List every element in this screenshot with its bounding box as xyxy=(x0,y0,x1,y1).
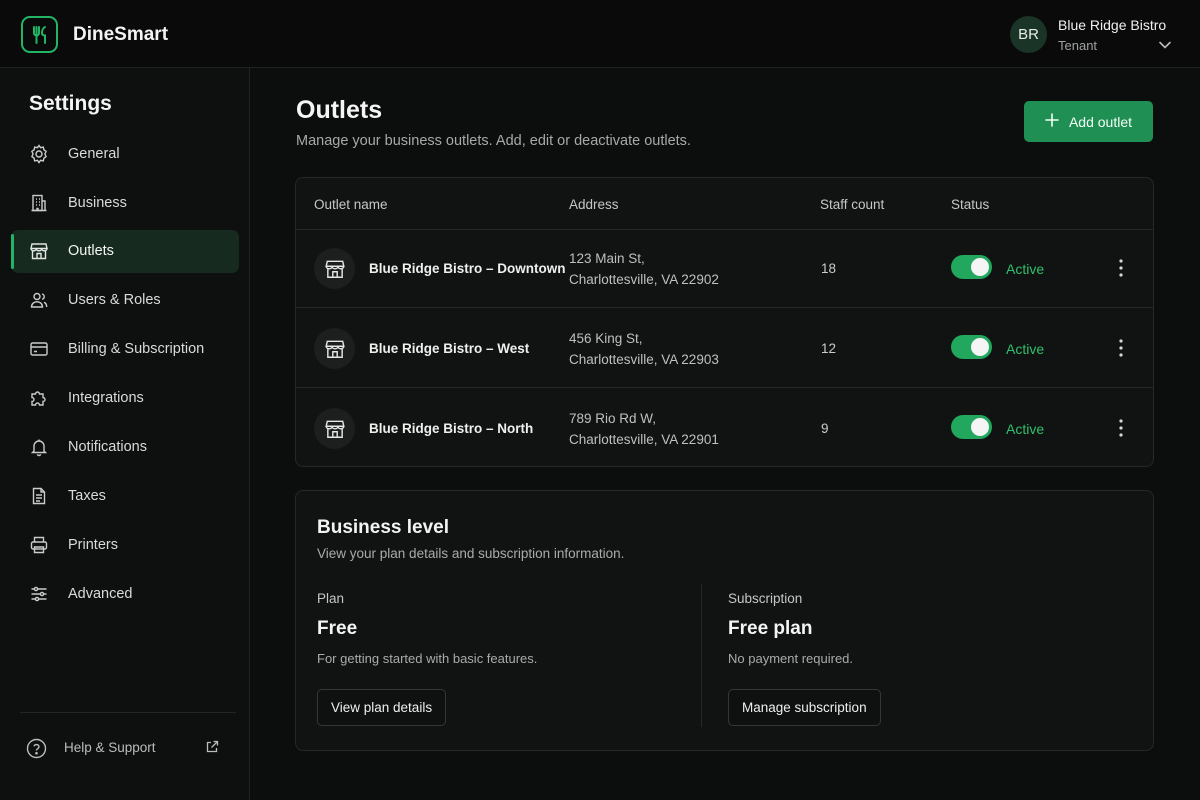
business-level-subtitle: View your plan details and subscription … xyxy=(317,546,625,561)
plan-value: Free xyxy=(317,618,358,639)
sidebar-item-notifications[interactable]: Notifications xyxy=(11,426,239,469)
outlet-address-line2: Charlottesville, VA 22903 xyxy=(569,352,719,367)
sliders-icon xyxy=(29,584,49,604)
outlets-table: Outlet name Address Staff count Status B… xyxy=(295,177,1154,467)
outlet-address-line1: 789 Rio Rd W, xyxy=(569,411,657,426)
sidebar-item-label: Printers xyxy=(68,537,118,553)
sidebar-item-users-roles[interactable]: Users & Roles xyxy=(11,279,239,322)
row-divider xyxy=(296,387,1153,388)
sidebar-item-label: Taxes xyxy=(68,488,106,504)
document-icon xyxy=(29,486,49,506)
sidebar-item-label: General xyxy=(68,146,120,162)
outlet-address-line2: Charlottesville, VA 22902 xyxy=(569,272,719,287)
outlet-staff-count: 12 xyxy=(821,341,837,356)
account-name[interactable]: Blue Ridge Bistro xyxy=(1058,17,1166,33)
outlet-active-toggle[interactable] xyxy=(951,415,992,439)
sidebar-divider xyxy=(20,712,236,713)
outlet-name: Blue Ridge Bistro – North xyxy=(369,421,534,436)
add-outlet-button[interactable]: Add outlet xyxy=(1024,101,1153,142)
sidebar-item-label: Users & Roles xyxy=(68,292,161,308)
toggle-knob xyxy=(971,338,989,356)
avatar[interactable]: BR xyxy=(1010,16,1047,53)
column-header-staff-count: Staff count xyxy=(820,197,885,212)
storefront-icon xyxy=(29,241,49,261)
puzzle-icon xyxy=(29,388,49,408)
gear-icon xyxy=(29,144,49,164)
storefront-icon xyxy=(314,328,355,369)
sidebar-item-advanced[interactable]: Advanced xyxy=(11,573,239,616)
outlet-name: Blue Ridge Bistro – Downtown xyxy=(369,261,566,276)
outlet-staff-count: 9 xyxy=(821,421,829,436)
outlet-name: Blue Ridge Bistro – West xyxy=(369,341,530,356)
status-badge: Active xyxy=(1006,341,1045,357)
table-row[interactable]: Blue Ridge Bistro – North 789 Rio Rd W, … xyxy=(296,389,1153,466)
table-row[interactable]: Blue Ridge Bistro – Downtown 123 Main St… xyxy=(296,229,1153,308)
more-vertical-icon[interactable] xyxy=(1114,417,1128,439)
outlet-active-toggle[interactable] xyxy=(951,335,992,359)
sidebar-item-label: Billing & Subscription xyxy=(68,341,205,357)
column-header-address: Address xyxy=(569,197,619,212)
bell-icon xyxy=(29,437,49,457)
printer-icon xyxy=(29,535,49,555)
sidebar-item-business[interactable]: Business xyxy=(11,182,239,225)
page-title: Outlets xyxy=(296,96,383,124)
building-icon xyxy=(29,193,49,213)
app-name: DineSmart xyxy=(73,24,169,45)
outlet-staff-count: 18 xyxy=(821,261,837,276)
sidebar-item-outlets[interactable]: Outlets xyxy=(11,230,239,273)
external-link-icon xyxy=(205,740,219,759)
users-icon xyxy=(29,290,49,310)
column-divider xyxy=(701,584,702,727)
business-level-title: Business level xyxy=(317,517,450,538)
toggle-knob xyxy=(971,258,989,276)
sidebar-item-label: Advanced xyxy=(68,586,133,602)
sidebar-item-general[interactable]: General xyxy=(11,133,239,176)
subscription-label: Subscription xyxy=(728,591,803,606)
column-header-outlet-name: Outlet name xyxy=(314,197,388,212)
plan-description: For getting started with basic features. xyxy=(317,651,538,666)
outlet-address-line2: Charlottesville, VA 22901 xyxy=(569,432,719,447)
page-subtitle: Manage your business outlets. Add, edit … xyxy=(296,133,691,149)
help-support-link[interactable]: Help & Support xyxy=(26,736,226,760)
sidebar-item-label: Outlets xyxy=(68,243,114,259)
credit-card-icon xyxy=(29,339,49,359)
table-row[interactable]: Blue Ridge Bistro – West 456 King St, Ch… xyxy=(296,309,1153,388)
top-bar: DineSmart BR Blue Ridge Bistro Tenant xyxy=(0,0,1200,68)
settings-sidebar: Settings General Business Outlets Users … xyxy=(0,68,250,800)
storefront-icon xyxy=(314,248,355,289)
status-badge: Active xyxy=(1006,421,1045,437)
sidebar-title: Settings xyxy=(29,92,112,115)
sidebar-item-taxes[interactable]: Taxes xyxy=(11,475,239,518)
sidebar-item-label: Integrations xyxy=(68,390,144,406)
storefront-icon xyxy=(314,408,355,449)
sidebar-item-label: Notifications xyxy=(68,439,147,455)
account-role: Tenant xyxy=(1058,38,1098,53)
status-badge: Active xyxy=(1006,261,1045,277)
business-level-card: Business level View your plan details an… xyxy=(295,490,1154,751)
manage-subscription-button[interactable]: Manage subscription xyxy=(728,689,881,726)
chevron-down-icon[interactable] xyxy=(1158,38,1172,57)
column-header-status: Status xyxy=(951,197,990,212)
plan-label: Plan xyxy=(317,591,345,606)
subscription-description: No payment required. xyxy=(728,651,854,666)
outlet-address-line1: 456 King St, xyxy=(569,331,643,346)
sidebar-item-billing[interactable]: Billing & Subscription xyxy=(11,328,239,371)
row-divider xyxy=(296,307,1153,308)
sidebar-item-printers[interactable]: Printers xyxy=(11,524,239,567)
sidebar-item-label: Business xyxy=(68,195,127,211)
more-vertical-icon[interactable] xyxy=(1114,337,1128,359)
add-outlet-label: Add outlet xyxy=(1068,113,1133,130)
sidebar-item-integrations[interactable]: Integrations xyxy=(11,377,239,420)
fork-knife-logo-icon xyxy=(21,16,58,53)
outlet-address-line1: 123 Main St, xyxy=(569,251,645,266)
outlet-active-toggle[interactable] xyxy=(951,255,992,279)
toggle-knob xyxy=(971,418,989,436)
help-icon xyxy=(26,738,47,764)
more-vertical-icon[interactable] xyxy=(1114,257,1128,279)
plus-icon xyxy=(1045,113,1059,130)
help-support-label: Help & Support xyxy=(64,740,156,755)
subscription-value: Free plan xyxy=(728,618,813,639)
view-plan-details-button[interactable]: View plan details xyxy=(317,689,447,726)
